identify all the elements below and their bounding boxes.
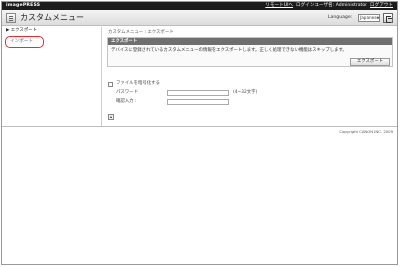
export-panel: エクスポート デバイスに登録されているカスタムメニューの情報をエクスポートします… [107,37,393,67]
logout-link[interactable]: ログアウト [370,3,393,9]
brand-logo: imagePRESS [6,3,41,8]
language-value: Japanese [360,15,380,20]
password-input[interactable] [167,90,229,96]
sidebar: ▶ エクスポート インポート [2,27,102,126]
language-select[interactable]: Japanese [358,14,380,22]
sidebar-item-label: インポート [10,39,33,44]
logout-icon[interactable] [383,13,393,23]
panel-description: デバイスに登録されているカスタムメニューの情報をエクスポートします。正しく処理で… [111,48,347,53]
password-label: パスワード [116,90,138,95]
panel-title: エクスポート [108,38,392,45]
confirm-password-input[interactable] [167,99,229,105]
confirm-label: 確認入力 : [116,99,137,104]
breadcrumb: カスタムメニュー : エクスポート [108,30,174,35]
custom-menu-icon [6,13,16,23]
app-window: imagePRESS リモートUIへ ログインユーザ名: Administrat… [1,1,398,265]
encrypt-label: ファイルを暗号化する [116,81,160,86]
page-title: カスタムメニュー [20,13,84,22]
password-hint: (4~32文字) [233,90,258,95]
language-label: Language: [328,15,353,20]
login-user-label: ログインユーザ名: Administrator [296,3,368,8]
sidebar-item-import[interactable]: インポート [5,36,44,48]
remote-ui-link[interactable]: リモートUIへ [265,3,293,9]
encrypt-checkbox[interactable] [108,82,113,87]
footer-divider [2,126,397,127]
page-top-icon[interactable] [108,114,114,120]
title-bar: カスタムメニュー Language: Japanese [2,10,397,26]
export-button[interactable]: エクスポート [350,58,390,66]
top-links: リモートUIへ ログインユーザ名: Administrator ログアウト [265,3,393,9]
sidebar-heading: エクスポート [10,28,37,33]
sidebar-item-export[interactable]: ▶ エクスポート [6,28,37,34]
main-content: カスタムメニュー : エクスポート エクスポート デバイスに登録されているカスタ… [102,27,397,126]
top-bar: imagePRESS リモートUIへ ログインユーザ名: Administrat… [2,2,397,10]
copyright: Copyright CANON INC. 2009 [339,129,393,134]
